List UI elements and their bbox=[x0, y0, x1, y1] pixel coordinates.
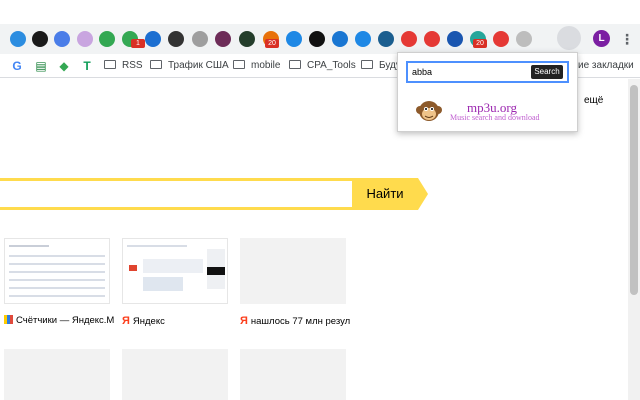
scrollbar-thumb[interactable] bbox=[630, 85, 638, 295]
dark-leaf-icon[interactable] bbox=[239, 31, 255, 47]
tile-title: нашлось 77 млн результатов bbox=[250, 316, 350, 327]
folder-icon bbox=[289, 60, 301, 69]
bookmark-label: mobile bbox=[251, 60, 281, 71]
yandex-search-input[interactable] bbox=[0, 178, 356, 210]
tile-title: Яндекс bbox=[132, 316, 165, 327]
bookmark-label: RSS bbox=[122, 60, 143, 71]
extension-badge: 20 bbox=[265, 39, 279, 48]
extension-badge: 1 bbox=[131, 39, 145, 48]
diamond-icon[interactable] bbox=[378, 31, 394, 47]
other-bookmarks[interactable]: ие закладки bbox=[578, 58, 634, 74]
tile-label[interactable]: Янашлось 77 млн результатов bbox=[240, 315, 350, 327]
tab-strip bbox=[0, 0, 640, 24]
browser-toolbar: L ⋮ 1 20 20 bbox=[0, 24, 640, 54]
bookmark-rss[interactable]: RSS bbox=[104, 58, 143, 74]
arrows-swap-icon[interactable] bbox=[309, 31, 325, 47]
binoculars-icon[interactable] bbox=[168, 31, 184, 47]
calendar-icon[interactable] bbox=[447, 31, 463, 47]
translate-icon[interactable] bbox=[54, 31, 70, 47]
search-submit-button[interactable]: Найти bbox=[352, 178, 418, 210]
browser-menu-icon[interactable]: ⋮ bbox=[620, 29, 634, 49]
tile-label[interactable]: Я Яндекс bbox=[122, 315, 232, 327]
bookmark-budu[interactable]: Буду bbox=[361, 58, 401, 74]
mute-icon[interactable] bbox=[401, 31, 417, 47]
bookmark-mobile[interactable]: mobile bbox=[233, 58, 280, 74]
a-circle-icon[interactable] bbox=[332, 31, 348, 47]
tile-thumbnail-metrika[interactable] bbox=[4, 238, 110, 304]
monkey-logo-icon bbox=[416, 101, 442, 121]
tile-placeholder[interactable] bbox=[240, 349, 346, 400]
extension-badge: 20 bbox=[473, 39, 487, 48]
sync-icon[interactable] bbox=[286, 31, 302, 47]
dark-circle-icon[interactable] bbox=[32, 31, 48, 47]
t-icon[interactable]: T bbox=[80, 59, 94, 73]
folder-icon bbox=[233, 60, 245, 69]
folder-icon bbox=[150, 60, 162, 69]
gray-ring-icon[interactable] bbox=[516, 31, 532, 47]
metrika-icon bbox=[4, 315, 13, 324]
green-arrow-icon[interactable]: ◆ bbox=[57, 59, 71, 73]
yandex-logo-icon: Я bbox=[240, 315, 248, 327]
page-scrollbar[interactable] bbox=[628, 79, 640, 400]
k-icon[interactable] bbox=[215, 31, 231, 47]
yandex-logo-icon: Я bbox=[122, 315, 130, 327]
search-button-arrow bbox=[418, 178, 428, 210]
tile-placeholder[interactable] bbox=[122, 349, 228, 400]
unicorn-icon[interactable] bbox=[77, 31, 93, 47]
tile-title: Счётчики — Яндекс.Метрика bbox=[16, 315, 114, 326]
mp3u-extension-highlight bbox=[557, 26, 581, 50]
music-search-button[interactable]: Search bbox=[531, 65, 563, 79]
folder-icon bbox=[361, 60, 373, 69]
download-arrow-icon[interactable] bbox=[99, 31, 115, 47]
bookmark-label: CPA_Tools bbox=[307, 60, 356, 71]
bookmark-label: Трафик США bbox=[168, 60, 229, 71]
youtube-icon[interactable] bbox=[424, 31, 440, 47]
tile-thumbnail-empty[interactable] bbox=[240, 238, 346, 304]
folder-icon bbox=[104, 60, 116, 69]
popup-brand-subtitle: Music search and download bbox=[450, 113, 540, 122]
telegram-icon[interactable] bbox=[10, 31, 26, 47]
map-bookmark-icon[interactable]: ▤ bbox=[34, 59, 48, 73]
tile-placeholder[interactable] bbox=[4, 349, 110, 400]
google-icon[interactable]: G bbox=[10, 59, 24, 73]
more-link[interactable]: ещё bbox=[584, 95, 603, 106]
bookmark-cpa-tools[interactable]: CPA_Tools bbox=[289, 58, 356, 74]
v-icon[interactable] bbox=[145, 31, 161, 47]
headphones-icon[interactable] bbox=[355, 31, 371, 47]
profile-avatar[interactable]: L bbox=[593, 30, 610, 47]
tile-label[interactable]: Счётчики — Яндекс.Метрика bbox=[4, 315, 114, 326]
bookmark-traffic-usa[interactable]: Трафик США bbox=[150, 58, 229, 74]
flipboard-icon[interactable] bbox=[493, 31, 509, 47]
mp3u-popup: abba Search mp3u.org Music search and do… bbox=[397, 52, 578, 132]
tile-thumbnail-yandex[interactable] bbox=[122, 238, 228, 304]
gray-globe-icon[interactable] bbox=[192, 31, 208, 47]
